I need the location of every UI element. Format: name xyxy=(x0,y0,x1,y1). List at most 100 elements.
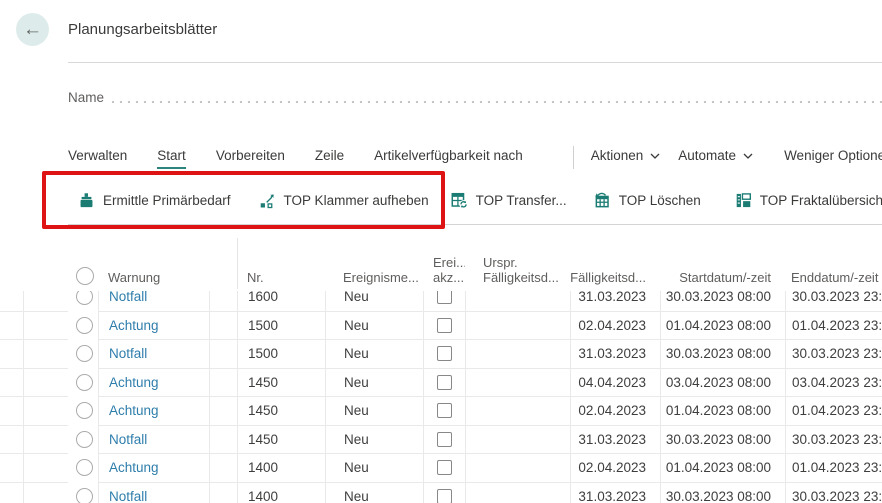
tab-verwalten[interactable]: Verwalten xyxy=(68,145,127,169)
cell-startdatum[interactable]: 01.04.2023 08:00 xyxy=(660,312,785,341)
cell-faelligkeitsdatum[interactable]: 31.03.2023 xyxy=(570,426,660,455)
cell-startdatum[interactable]: 30.03.2023 08:00 xyxy=(660,483,785,503)
row-select-radio[interactable] xyxy=(76,317,93,334)
cell-enddatum[interactable]: 03.04.2023 23: xyxy=(785,369,882,398)
top-klammer-aufheben-button[interactable]: TOP Klammer aufheben xyxy=(259,192,429,209)
row-select-radio[interactable] xyxy=(76,402,93,419)
cell-enddatum[interactable]: 30.03.2023 23: xyxy=(785,340,882,369)
cell-faelligkeitsdatum[interactable]: 31.03.2023 xyxy=(570,291,660,312)
akzeptiert-checkbox[interactable] xyxy=(437,432,452,447)
cell-nr[interactable]: 1400 xyxy=(237,454,325,483)
cell-startdatum[interactable]: 01.04.2023 08:00 xyxy=(660,397,785,426)
cell-enddatum[interactable]: 01.04.2023 23: xyxy=(785,312,882,341)
row-select-radio[interactable] xyxy=(76,345,93,362)
akzeptiert-checkbox[interactable] xyxy=(437,291,452,304)
cell-ereignismeldung[interactable]: Neu xyxy=(325,483,423,503)
select-all-radio[interactable] xyxy=(76,267,94,285)
cell-nr[interactable]: 1400 xyxy=(237,483,325,503)
akzeptiert-checkbox[interactable] xyxy=(437,318,452,333)
tab-vorbereiten[interactable]: Vorbereiten xyxy=(216,145,285,169)
tab-zeile[interactable]: Zeile xyxy=(315,145,344,169)
cell-ereignismeldung[interactable]: Neu xyxy=(325,312,423,341)
cell-urspr-faelligkeitsdatum[interactable] xyxy=(465,369,570,398)
cell-nr[interactable]: 1450 xyxy=(237,426,325,455)
warnung-link[interactable]: Notfall xyxy=(109,346,147,361)
cell-ereignismeldung[interactable]: Neu xyxy=(325,340,423,369)
warnung-link[interactable]: Achtung xyxy=(109,403,159,418)
cell-enddatum[interactable]: 30.03.2023 23: xyxy=(785,291,882,312)
warnung-link[interactable]: Achtung xyxy=(109,375,159,390)
cell-startdatum[interactable]: 30.03.2023 08:00 xyxy=(660,340,785,369)
cell-faelligkeitsdatum[interactable]: 02.04.2023 xyxy=(570,454,660,483)
name-field-input[interactable] xyxy=(112,101,882,103)
cell-ereignismeldung[interactable]: Neu xyxy=(325,291,423,312)
cell-enddatum[interactable]: 30.03.2023 23: xyxy=(785,483,882,503)
row-select-radio[interactable] xyxy=(76,459,93,476)
akzeptiert-checkbox[interactable] xyxy=(437,375,452,390)
cell-nr[interactable]: 1450 xyxy=(237,369,325,398)
cell-urspr-faelligkeitsdatum[interactable] xyxy=(465,426,570,455)
warnung-link[interactable]: Notfall xyxy=(109,291,147,304)
cell-faelligkeitsdatum[interactable]: 02.04.2023 xyxy=(570,397,660,426)
akzeptiert-checkbox[interactable] xyxy=(437,403,452,418)
cell-startdatum[interactable]: 03.04.2023 08:00 xyxy=(660,369,785,398)
cell-ereignismeldung[interactable]: Neu xyxy=(325,369,423,398)
akzeptiert-checkbox[interactable] xyxy=(437,346,452,361)
cell-ereignismeldung[interactable]: Neu xyxy=(325,454,423,483)
column-header-startdatum[interactable]: Startdatum/-zeit xyxy=(660,270,785,289)
cell-nr[interactable]: 1600 xyxy=(237,291,325,312)
tab-artikelverfuegbarkeit[interactable]: Artikelverfügbarkeit nach xyxy=(374,145,523,169)
cell-nr[interactable]: 1450 xyxy=(237,397,325,426)
cell-faelligkeitsdatum[interactable]: 04.04.2023 xyxy=(570,369,660,398)
cell-enddatum[interactable]: 30.03.2023 23: xyxy=(785,426,882,455)
warnung-link[interactable]: Achtung xyxy=(109,318,159,333)
cell-urspr-faelligkeitsdatum[interactable] xyxy=(465,312,570,341)
tab-start[interactable]: Start xyxy=(157,145,186,169)
ermittle-primaerbedarf-button[interactable]: Ermittle Primärbedarf xyxy=(78,192,231,209)
cell-spacer xyxy=(209,483,237,503)
menu-weniger-optionen[interactable]: Weniger Optionen xyxy=(784,148,882,166)
column-header-warnung[interactable]: Warnung xyxy=(98,270,209,289)
cell-faelligkeitsdatum[interactable]: 31.03.2023 xyxy=(570,340,660,369)
row-select-radio[interactable] xyxy=(76,431,93,448)
warnung-link[interactable]: Achtung xyxy=(109,460,159,475)
akzeptiert-checkbox[interactable] xyxy=(437,489,452,503)
row-select-cell xyxy=(68,397,98,426)
cell-startdatum[interactable]: 01.04.2023 08:00 xyxy=(660,454,785,483)
row-select-radio[interactable] xyxy=(76,291,93,305)
cell-enddatum[interactable]: 01.04.2023 23: xyxy=(785,454,882,483)
warnung-link[interactable]: Notfall xyxy=(109,432,147,447)
cell-startdatum[interactable]: 30.03.2023 08:00 xyxy=(660,426,785,455)
cell-nr[interactable]: 1500 xyxy=(237,340,325,369)
column-header-faelligkeitsdatum[interactable]: Fälligkeitsd... xyxy=(570,270,660,289)
column-header-ereignismeldung[interactable]: Ereignisme... xyxy=(325,270,423,289)
column-header-ereignis-akzeptiert[interactable]: Erei...akz... xyxy=(423,255,465,289)
top-loeschen-button[interactable]: TOP Löschen xyxy=(594,192,701,209)
akzeptiert-checkbox[interactable] xyxy=(437,460,452,475)
warnung-link[interactable]: Notfall xyxy=(109,489,147,503)
menu-weniger-optionen-label: Weniger Optionen xyxy=(784,148,882,163)
column-header-enddatum[interactable]: Enddatum/-zeit xyxy=(785,270,882,289)
top-fraktaluebersicht-button[interactable]: TOP Fraktalübersicht xyxy=(735,192,882,209)
cell-startdatum[interactable]: 30.03.2023 08:00 xyxy=(660,291,785,312)
menu-aktionen[interactable]: Aktionen xyxy=(591,148,661,166)
cell-ereignismeldung[interactable]: Neu xyxy=(325,426,423,455)
column-header-nr[interactable]: Nr. xyxy=(237,270,325,289)
row-select-radio[interactable] xyxy=(76,488,93,503)
cell-urspr-faelligkeitsdatum[interactable] xyxy=(465,291,570,312)
cell-faelligkeitsdatum[interactable]: 31.03.2023 xyxy=(570,483,660,503)
cell-nr[interactable]: 1500 xyxy=(237,312,325,341)
cell-urspr-faelligkeitsdatum[interactable] xyxy=(465,397,570,426)
back-button[interactable]: ← xyxy=(16,13,49,46)
cell-ereignismeldung[interactable]: Neu xyxy=(325,397,423,426)
row-select-radio[interactable] xyxy=(76,374,93,391)
cell-urspr-faelligkeitsdatum[interactable] xyxy=(465,340,570,369)
cell-enddatum[interactable]: 01.04.2023 23: xyxy=(785,397,882,426)
cell-spacer xyxy=(209,340,237,369)
column-header-urspr-faelligkeitsdatum[interactable]: Urspr.Fälligkeitsd... xyxy=(465,255,570,289)
menu-automate[interactable]: Automate xyxy=(678,148,753,166)
top-transfer-button[interactable]: TOP Transfer... xyxy=(451,192,567,209)
cell-urspr-faelligkeitsdatum[interactable] xyxy=(465,454,570,483)
cell-urspr-faelligkeitsdatum[interactable] xyxy=(465,483,570,503)
cell-faelligkeitsdatum[interactable]: 02.04.2023 xyxy=(570,312,660,341)
